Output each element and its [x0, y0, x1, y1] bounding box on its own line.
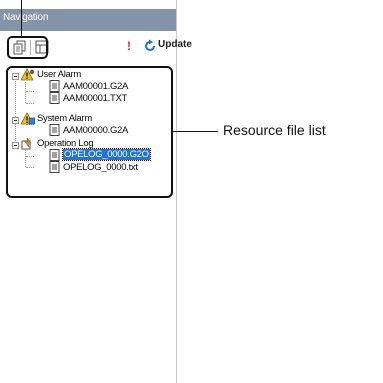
panel-title: Navigation — [3, 12, 49, 23]
leader-line — [173, 131, 218, 132]
toolbar-buttons-callout-box — [7, 36, 48, 59]
warning-mark: ! — [127, 39, 131, 53]
file-list-callout-box — [6, 66, 173, 198]
refresh-icon[interactable] — [143, 39, 157, 53]
update-button[interactable]: Update — [158, 39, 192, 50]
leader-line — [21, 0, 22, 38]
panel-title-bar: Navigation — [0, 9, 176, 31]
callout-label: Resource file list — [223, 122, 326, 138]
